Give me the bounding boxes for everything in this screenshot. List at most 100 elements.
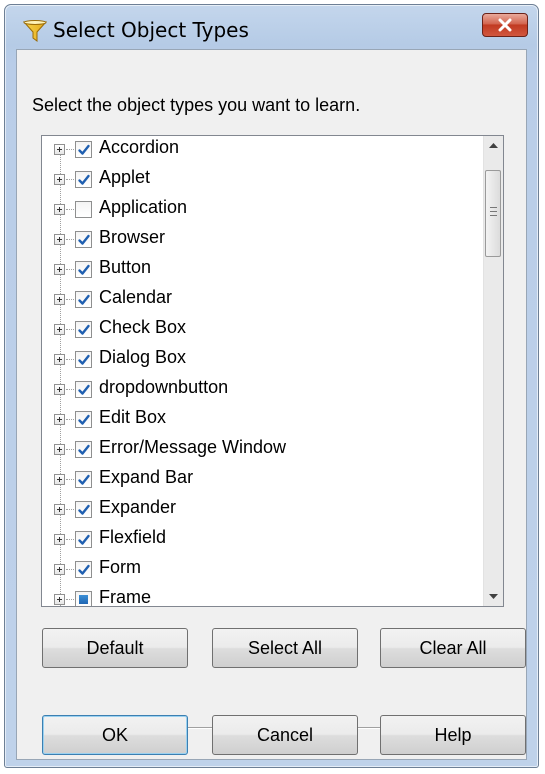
tree-item-label: Error/Message Window: [99, 437, 287, 457]
tree-item-label: Form: [99, 557, 141, 577]
expand-plus-icon[interactable]: [54, 354, 65, 365]
tree-items: Accordion Applet Application Browser Button C…: [42, 136, 485, 606]
tree-connector: [66, 269, 74, 270]
checkmark-icon: [78, 444, 90, 455]
tree-item-label: Application: [99, 197, 188, 217]
tree-item[interactable]: dropdownbutton: [42, 376, 485, 406]
clear-all-button[interactable]: Clear All: [380, 628, 526, 668]
tree-item[interactable]: Expander: [42, 496, 485, 526]
scroll-down-arrow[interactable]: [484, 587, 503, 606]
expand-plus-icon[interactable]: [54, 564, 65, 575]
checkmark-icon: [78, 534, 90, 545]
dialog-body: Select the object types you want to lear…: [16, 49, 527, 760]
tree-item-label: Browser: [99, 227, 166, 247]
vertical-scrollbar[interactable]: [483, 136, 503, 606]
scroll-up-arrow[interactable]: [484, 136, 503, 155]
tree-item-label: Applet: [99, 167, 151, 187]
item-checkbox[interactable]: [75, 141, 92, 158]
cancel-button[interactable]: Cancel: [212, 715, 358, 755]
tree-connector: [66, 209, 74, 210]
thumb-grip-line: [490, 215, 497, 216]
thumb-grip-line: [490, 207, 497, 208]
expand-plus-icon[interactable]: [54, 174, 65, 185]
checkmark-icon: [78, 474, 90, 485]
tree-item[interactable]: Application: [42, 196, 485, 226]
tree-item[interactable]: Button: [42, 256, 485, 286]
help-button[interactable]: Help: [380, 715, 526, 755]
item-checkbox[interactable]: [75, 291, 92, 308]
expand-plus-icon[interactable]: [54, 144, 65, 155]
checkmark-icon: [78, 354, 90, 365]
tree-item[interactable]: Expand Bar: [42, 466, 485, 496]
checkmark-icon: [78, 414, 90, 425]
thumb-grip-line: [490, 211, 497, 212]
object-types-tree[interactable]: Accordion Applet Application Browser Button C…: [41, 135, 504, 607]
chevron-up-icon: [489, 143, 498, 148]
tree-item-label: Calendar: [99, 287, 173, 307]
item-checkbox[interactable]: [75, 351, 92, 368]
expand-plus-icon[interactable]: [54, 204, 65, 215]
expand-plus-icon[interactable]: [54, 474, 65, 485]
tree-item-label: Check Box: [99, 317, 187, 337]
instruction-label: Select the object types you want to lear…: [32, 95, 361, 115]
checkmark-icon: [78, 234, 90, 245]
expand-plus-icon[interactable]: [54, 234, 65, 245]
item-checkbox[interactable]: [75, 501, 92, 518]
tree-connector: [66, 599, 74, 600]
checkmark-icon: [78, 504, 90, 515]
default-button[interactable]: Default: [42, 628, 188, 668]
tree-item[interactable]: Frame: [42, 586, 485, 606]
checkmark-icon: [78, 144, 90, 155]
tree-connector: [66, 509, 74, 510]
checkmark-icon: [78, 294, 90, 305]
expand-plus-icon[interactable]: [54, 444, 65, 455]
tree-item-label: Dialog Box: [99, 347, 187, 367]
item-checkbox[interactable]: [75, 171, 92, 188]
item-checkbox[interactable]: [75, 531, 92, 548]
scroll-thumb[interactable]: [485, 170, 501, 257]
tree-connector: [66, 479, 74, 480]
close-button[interactable]: [482, 13, 528, 37]
tree-item[interactable]: Calendar: [42, 286, 485, 316]
window-title: Select Object Types: [53, 18, 249, 42]
tree-connector: [66, 299, 74, 300]
select-object-types-dialog: Select Object Types Select the object ty…: [4, 4, 539, 768]
tree-connector: [66, 449, 74, 450]
expand-plus-icon[interactable]: [54, 534, 65, 545]
ok-button[interactable]: OK: [42, 715, 188, 755]
expand-plus-icon[interactable]: [54, 384, 65, 395]
tree-item-label: Expander: [99, 497, 177, 517]
tree-connector: [66, 149, 74, 150]
chevron-down-icon: [489, 594, 498, 599]
tree-item[interactable]: Check Box: [42, 316, 485, 346]
item-checkbox[interactable]: [75, 411, 92, 428]
tree-item[interactable]: Dialog Box: [42, 346, 485, 376]
tree-item[interactable]: Applet: [42, 166, 485, 196]
tree-item[interactable]: Flexfield: [42, 526, 485, 556]
tree-item[interactable]: Browser: [42, 226, 485, 256]
expand-plus-icon[interactable]: [54, 414, 65, 425]
item-checkbox[interactable]: [75, 591, 92, 606]
expand-plus-icon[interactable]: [54, 504, 65, 515]
item-checkbox[interactable]: [75, 441, 92, 458]
item-checkbox[interactable]: [75, 471, 92, 488]
tree-item[interactable]: Edit Box: [42, 406, 485, 436]
item-checkbox[interactable]: [75, 261, 92, 278]
item-checkbox[interactable]: [75, 201, 92, 218]
tree-item[interactable]: Form: [42, 556, 485, 586]
checkmark-icon: [78, 324, 90, 335]
expand-plus-icon[interactable]: [54, 324, 65, 335]
item-checkbox[interactable]: [75, 381, 92, 398]
item-checkbox[interactable]: [75, 321, 92, 338]
item-checkbox[interactable]: [75, 561, 92, 578]
expand-plus-icon[interactable]: [54, 594, 65, 605]
tree-item[interactable]: Error/Message Window: [42, 436, 485, 466]
tree-connector: [66, 569, 74, 570]
expand-plus-icon[interactable]: [54, 264, 65, 275]
expand-plus-icon[interactable]: [54, 294, 65, 305]
tree-connector: [66, 419, 74, 420]
select-all-button[interactable]: Select All: [212, 628, 358, 668]
tree-item[interactable]: Accordion: [42, 136, 485, 166]
item-checkbox[interactable]: [75, 231, 92, 248]
title-bar[interactable]: Select Object Types: [5, 5, 538, 51]
